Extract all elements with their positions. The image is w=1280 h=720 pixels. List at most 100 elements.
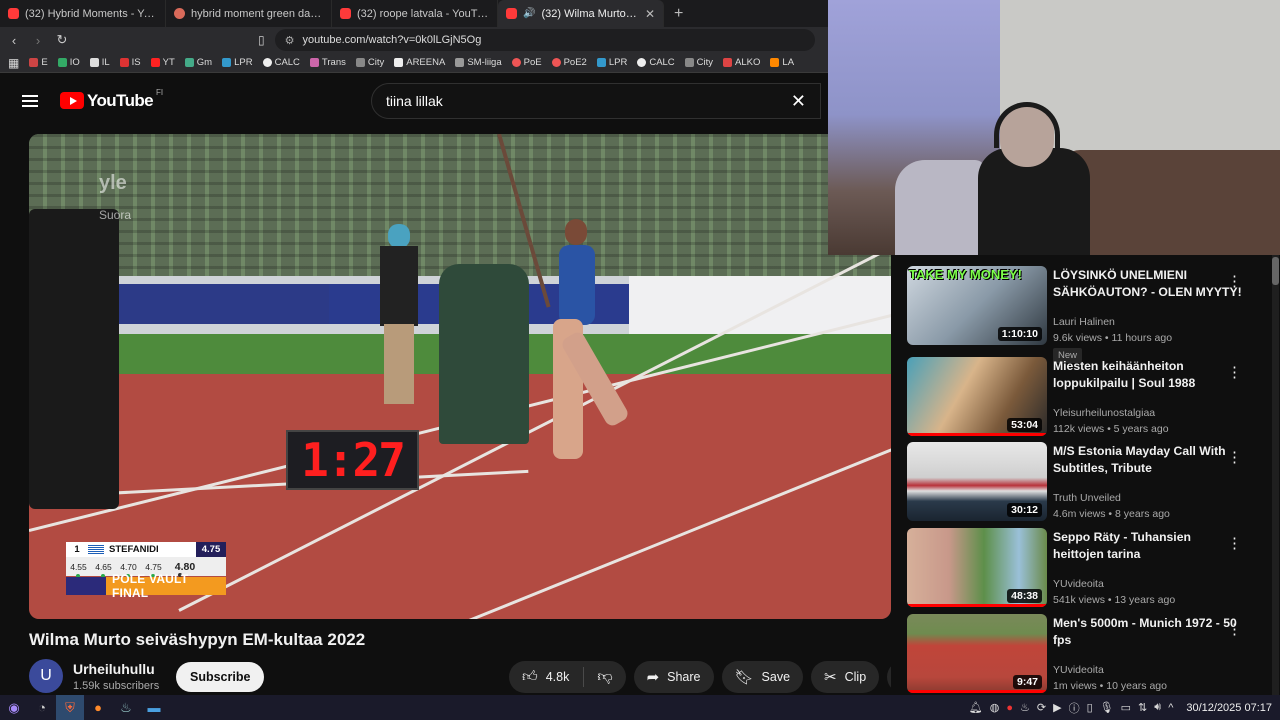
bookmark-icon[interactable]: ▯: [258, 33, 265, 47]
bookmark-item[interactable]: LPR: [222, 57, 253, 68]
sidebar-scrollbar[interactable]: [1272, 255, 1279, 695]
media-play-icon[interactable]: ▶: [1053, 701, 1061, 714]
subscribe-button[interactable]: Subscribe: [176, 662, 265, 692]
app-tray-icon[interactable]: ◍: [990, 701, 1000, 714]
youtube-logo[interactable]: YouTube FI: [60, 88, 163, 111]
sync-icon[interactable]: ⟳: [1037, 701, 1046, 714]
record-indicator-icon[interactable]: ●: [1006, 702, 1013, 714]
more-vertical-icon[interactable]: ⋮: [1227, 272, 1242, 290]
bookmark-item[interactable]: CALC: [262, 57, 300, 68]
recommendation-title[interactable]: LÖYSINKÖ UNELMIENI SÄHKÖAUTON? - OLEN MY…: [1053, 267, 1243, 301]
recommendation-item[interactable]: 48:38 Seppo Räty - Tuhansien heittojen t…: [907, 528, 1277, 608]
steam-tray-icon[interactable]: ♨: [1020, 701, 1030, 714]
display-icon[interactable]: ▭: [1121, 701, 1131, 714]
bookmark-item[interactable]: PoE2: [551, 57, 587, 68]
like-button[interactable]: 👍︎ 4.8k: [509, 661, 583, 693]
browser-tab[interactable]: (32) roope latvala - YouTube: [332, 0, 498, 27]
network-icon[interactable]: ⇅: [1138, 701, 1147, 714]
recommendation-channel[interactable]: YUvideoita: [1053, 664, 1104, 676]
channel-avatar[interactable]: U: [29, 659, 63, 693]
close-tab-icon[interactable]: ✕: [645, 7, 655, 21]
scrollbar-thumb[interactable]: [1272, 257, 1279, 285]
bookmark-item[interactable]: City: [684, 57, 713, 68]
bookmark-item[interactable]: City: [355, 57, 384, 68]
more-vertical-icon[interactable]: ⋮: [1227, 534, 1242, 552]
reload-icon[interactable]: ↻: [52, 32, 72, 48]
bookmark-item[interactable]: Trans: [309, 57, 346, 68]
more-vertical-icon[interactable]: ⋮: [1227, 363, 1242, 381]
os-taskbar: ◉ ◔ ⛨ ● ♨ ▬ 🔔︎ ◍ ● ♨ ⟳ ▶ ⓘ ▯ 🎙︎ ▭ ⇅ 🔊︎ ^…: [0, 695, 1280, 720]
bookmark-favicon-icon: [551, 58, 561, 67]
site-info-icon[interactable]: ⚙: [285, 34, 295, 47]
more-vertical-icon[interactable]: ⋮: [1227, 620, 1242, 638]
bookmark-item[interactable]: LPR: [596, 57, 627, 68]
recommendation-title[interactable]: Seppo Räty - Tuhansien heittojen tarina: [1053, 529, 1243, 563]
clip-button[interactable]: ✂ Clip: [811, 661, 880, 693]
clear-search-icon[interactable]: ✕: [791, 91, 806, 112]
bookmark-item[interactable]: IO: [57, 57, 80, 68]
video-thumbnail[interactable]: 53:04: [907, 357, 1047, 436]
bookmark-item[interactable]: Gm: [184, 57, 212, 68]
share-button[interactable]: ➦ Share: [633, 661, 714, 693]
search-input[interactable]: tiina lillak ✕: [371, 83, 821, 119]
browser-tab[interactable]: (32) Hybrid Moments - YouTube: [0, 0, 166, 27]
firefox-icon[interactable]: ●: [84, 695, 112, 720]
bookmark-label: ALKO: [735, 57, 761, 68]
attempt-value: 4.75: [145, 561, 162, 572]
bookmark-item[interactable]: IL: [89, 57, 110, 68]
hamburger-menu-icon[interactable]: [22, 94, 38, 107]
browser-tab[interactable]: hybrid moment green day - Brav: [166, 0, 332, 27]
video-thumbnail[interactable]: TAKE MY MONEY! 1:10:10: [907, 266, 1047, 345]
recommendation-title[interactable]: Men's 5000m - Munich 1972 - 50 fps: [1053, 615, 1243, 649]
bookmark-favicon-icon: [29, 58, 39, 67]
apps-grid-icon[interactable]: ▦: [8, 56, 19, 70]
video-thumbnail[interactable]: 30:12: [907, 442, 1047, 521]
recommendation-item[interactable]: 53:04 Miesten keihäänheiton loppukilpail…: [907, 357, 1277, 437]
browser-tab-active[interactable]: 🔊 (32) Wilma Murto seiväsh ✕: [498, 0, 664, 27]
recommendation-channel[interactable]: Yleisurheilunostalgiaa: [1053, 407, 1155, 419]
volume-icon[interactable]: 🔊︎: [1154, 701, 1161, 714]
phone-icon[interactable]: ▯: [1087, 701, 1093, 714]
more-vertical-icon[interactable]: ⋮: [1227, 448, 1242, 466]
recommendation-item[interactable]: TAKE MY MONEY! 1:10:10 LÖYSINKÖ UNELMIEN…: [907, 266, 1277, 363]
recommendation-item[interactable]: 9:47 Men's 5000m - Munich 1972 - 50 fps …: [907, 614, 1277, 694]
bookmark-item[interactable]: AREENA: [394, 57, 445, 68]
microphone-icon[interactable]: 🎙︎: [1100, 701, 1114, 714]
forward-icon[interactable]: ›: [28, 33, 48, 48]
files-folder-icon[interactable]: ▬: [140, 695, 168, 720]
recommendation-channel[interactable]: Truth Unveiled: [1053, 492, 1121, 504]
info-icon[interactable]: ⓘ: [1069, 700, 1080, 716]
bookmark-item[interactable]: LA: [770, 57, 794, 68]
url-field[interactable]: ⚙ youtube.com/watch?v=0k0lLGjN5Og: [274, 29, 815, 51]
recommendation-channel[interactable]: Lauri Halinen: [1053, 316, 1115, 328]
back-icon[interactable]: ‹: [4, 33, 24, 48]
steam-icon[interactable]: ♨: [112, 695, 140, 720]
recommendation-title[interactable]: Miesten keihäänheiton loppukilpailu | So…: [1053, 358, 1243, 392]
system-clock[interactable]: 30/12/2025 07:17: [1186, 702, 1272, 714]
bookmark-item[interactable]: SM-liiga: [455, 57, 502, 68]
video-thumbnail[interactable]: 48:38: [907, 528, 1047, 607]
overview-icon[interactable]: ◔: [28, 695, 56, 720]
start-menu-icon[interactable]: ◉: [0, 695, 28, 720]
bookmark-item[interactable]: YT: [150, 57, 175, 68]
notification-bell-icon[interactable]: 🔔︎: [969, 701, 983, 714]
recommendation-title[interactable]: M/S Estonia Mayday Call With Subtitles, …: [1053, 443, 1243, 477]
bookmark-item[interactable]: ALKO: [723, 57, 760, 68]
video-thumbnail[interactable]: 9:47: [907, 614, 1047, 693]
channel-text: Urheiluhullu 1.59k subscribers: [73, 661, 159, 692]
bookmark-item[interactable]: PoE: [511, 57, 542, 68]
video-player[interactable]: 1:27 yle Suora 1 STEFANIDI 4.75 4.55 4.6…: [29, 134, 891, 619]
new-tab-button[interactable]: +: [664, 0, 693, 27]
expand-tray-icon[interactable]: ^: [1168, 702, 1173, 714]
dislike-button[interactable]: 👎︎: [584, 661, 625, 693]
bookmark-item[interactable]: CALC: [637, 57, 675, 68]
clip-label: Clip: [844, 670, 867, 684]
channel-name[interactable]: Urheiluhullu: [73, 661, 159, 677]
recommendation-channel[interactable]: YUvideoita: [1053, 578, 1104, 590]
recommendation-item[interactable]: 30:12 M/S Estonia Mayday Call With Subti…: [907, 442, 1277, 522]
brave-browser-icon[interactable]: ⛨: [56, 695, 84, 720]
save-button[interactable]: 🔖︎ Save: [721, 661, 804, 693]
bookmark-item[interactable]: IS: [119, 57, 141, 68]
audio-playing-icon[interactable]: 🔊: [523, 8, 535, 19]
bookmark-item[interactable]: E: [29, 57, 48, 68]
